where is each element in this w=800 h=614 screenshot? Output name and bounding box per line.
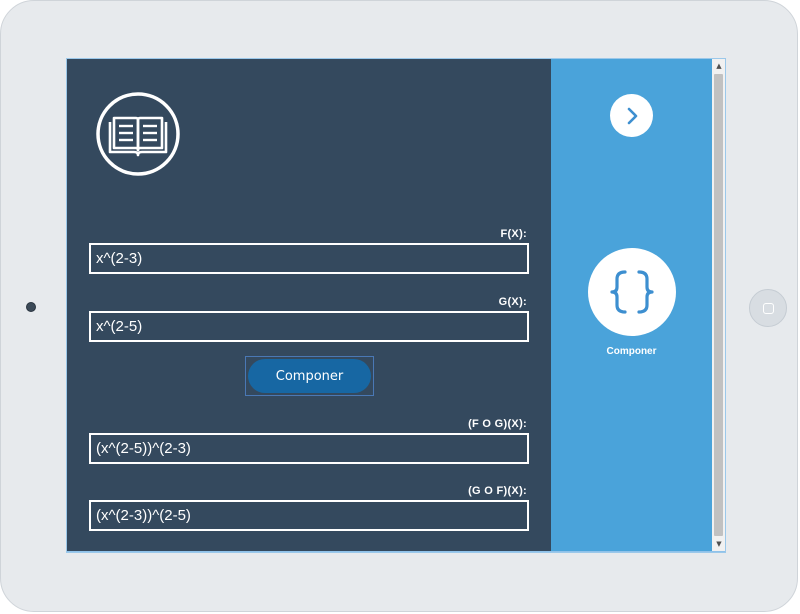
compose-button[interactable]: Componer bbox=[248, 359, 371, 393]
scroll-down-arrow-icon[interactable]: ▼ bbox=[712, 537, 725, 551]
fog-result-field[interactable] bbox=[89, 433, 529, 464]
sidebar-panel: Componer bbox=[551, 59, 712, 551]
g-input[interactable] bbox=[89, 311, 529, 342]
book-logo-icon bbox=[96, 92, 180, 176]
home-square-icon bbox=[762, 302, 774, 314]
scroll-thumb[interactable] bbox=[714, 74, 723, 536]
form-panel: F(X): G(X): Componer (F O G)(X): (G O F)… bbox=[67, 59, 551, 551]
curly-braces-icon bbox=[610, 270, 654, 314]
compose-tool-button[interactable] bbox=[588, 248, 676, 336]
g-label: G(X): bbox=[498, 296, 527, 308]
home-button[interactable] bbox=[749, 289, 787, 327]
next-button[interactable] bbox=[610, 94, 653, 137]
app-screen: F(X): G(X): Componer (F O G)(X): (G O F)… bbox=[66, 58, 726, 553]
chevron-right-icon bbox=[627, 107, 637, 124]
gof-label: (G O F)(X): bbox=[468, 485, 527, 497]
tablet-frame: F(X): G(X): Componer (F O G)(X): (G O F)… bbox=[0, 0, 798, 612]
f-label: F(X): bbox=[500, 228, 527, 240]
bottom-strip bbox=[67, 551, 725, 552]
compose-tool-label: Componer bbox=[606, 346, 657, 357]
scroll-up-arrow-icon[interactable]: ▲ bbox=[712, 59, 725, 73]
fog-label: (F O G)(X): bbox=[468, 418, 527, 430]
camera-icon bbox=[26, 302, 36, 312]
gof-result-field[interactable] bbox=[89, 500, 529, 531]
vertical-scrollbar[interactable]: ▲ ▼ bbox=[712, 59, 725, 551]
compose-button-frame: Componer bbox=[245, 356, 374, 396]
f-input[interactable] bbox=[89, 243, 529, 274]
